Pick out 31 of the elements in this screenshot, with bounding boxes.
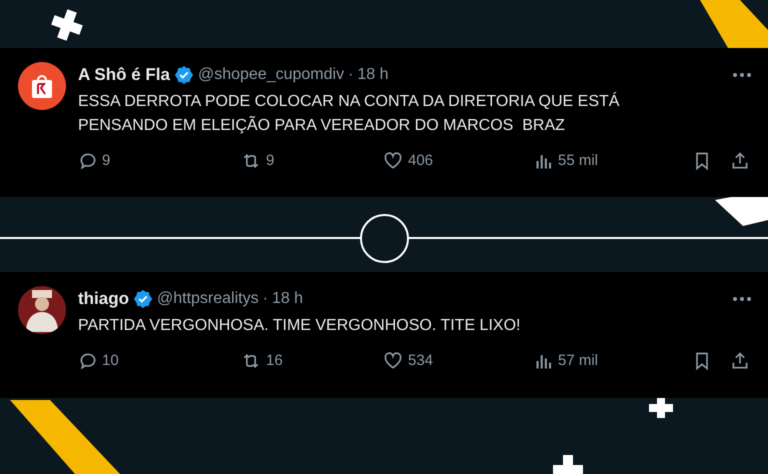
post-time[interactable]: 18 h (357, 62, 389, 87)
display-name[interactable]: A Shô é Fla (78, 62, 170, 88)
repost-count: 9 (266, 150, 274, 170)
post-text: PARTIDA VERGONHOSA. TIME VERGONHOSO. TITE LIXO! (78, 316, 522, 336)
plus-shape (649, 398, 673, 418)
user-handle[interactable]: @httpsrealitys (157, 286, 259, 311)
heart-icon[interactable] (382, 150, 404, 171)
share-icon[interactable] (730, 350, 750, 371)
avatar-icon[interactable] (18, 286, 66, 334)
reply-icon[interactable] (78, 150, 98, 171)
like-count: 406 (408, 150, 434, 170)
view-count: 55 mil (558, 150, 598, 170)
plus-shape (553, 455, 583, 474)
separator-dot: · (262, 288, 268, 309)
like-count: 534 (408, 350, 434, 370)
separator-dot: · (348, 64, 354, 85)
plus-shape (51, 9, 83, 41)
reply-count: 9 (102, 150, 110, 170)
more-options-icon[interactable] (732, 72, 752, 78)
post-time[interactable]: 18 h (272, 286, 304, 311)
avatar-icon[interactable] (18, 62, 66, 110)
share-icon[interactable] (730, 150, 750, 171)
reply-count: 10 (102, 350, 119, 370)
more-options-icon[interactable] (732, 296, 752, 302)
reply-icon[interactable] (78, 350, 98, 371)
display-name[interactable]: thiago (78, 286, 129, 312)
heart-icon[interactable] (382, 350, 404, 371)
post-text: ESSA DERROTA PODE COLOCAR NA CONTA DA DIRETORIA QUE ESTÁ PENSANDO EM ELEIÇÃO PARA VEREADOR DO MARCOS BRAZ (78, 91, 620, 136)
user-handle[interactable]: @shopee_cupomdiv (198, 62, 344, 87)
repost-count: 16 (266, 350, 283, 370)
view-count: 57 mil (558, 350, 598, 370)
